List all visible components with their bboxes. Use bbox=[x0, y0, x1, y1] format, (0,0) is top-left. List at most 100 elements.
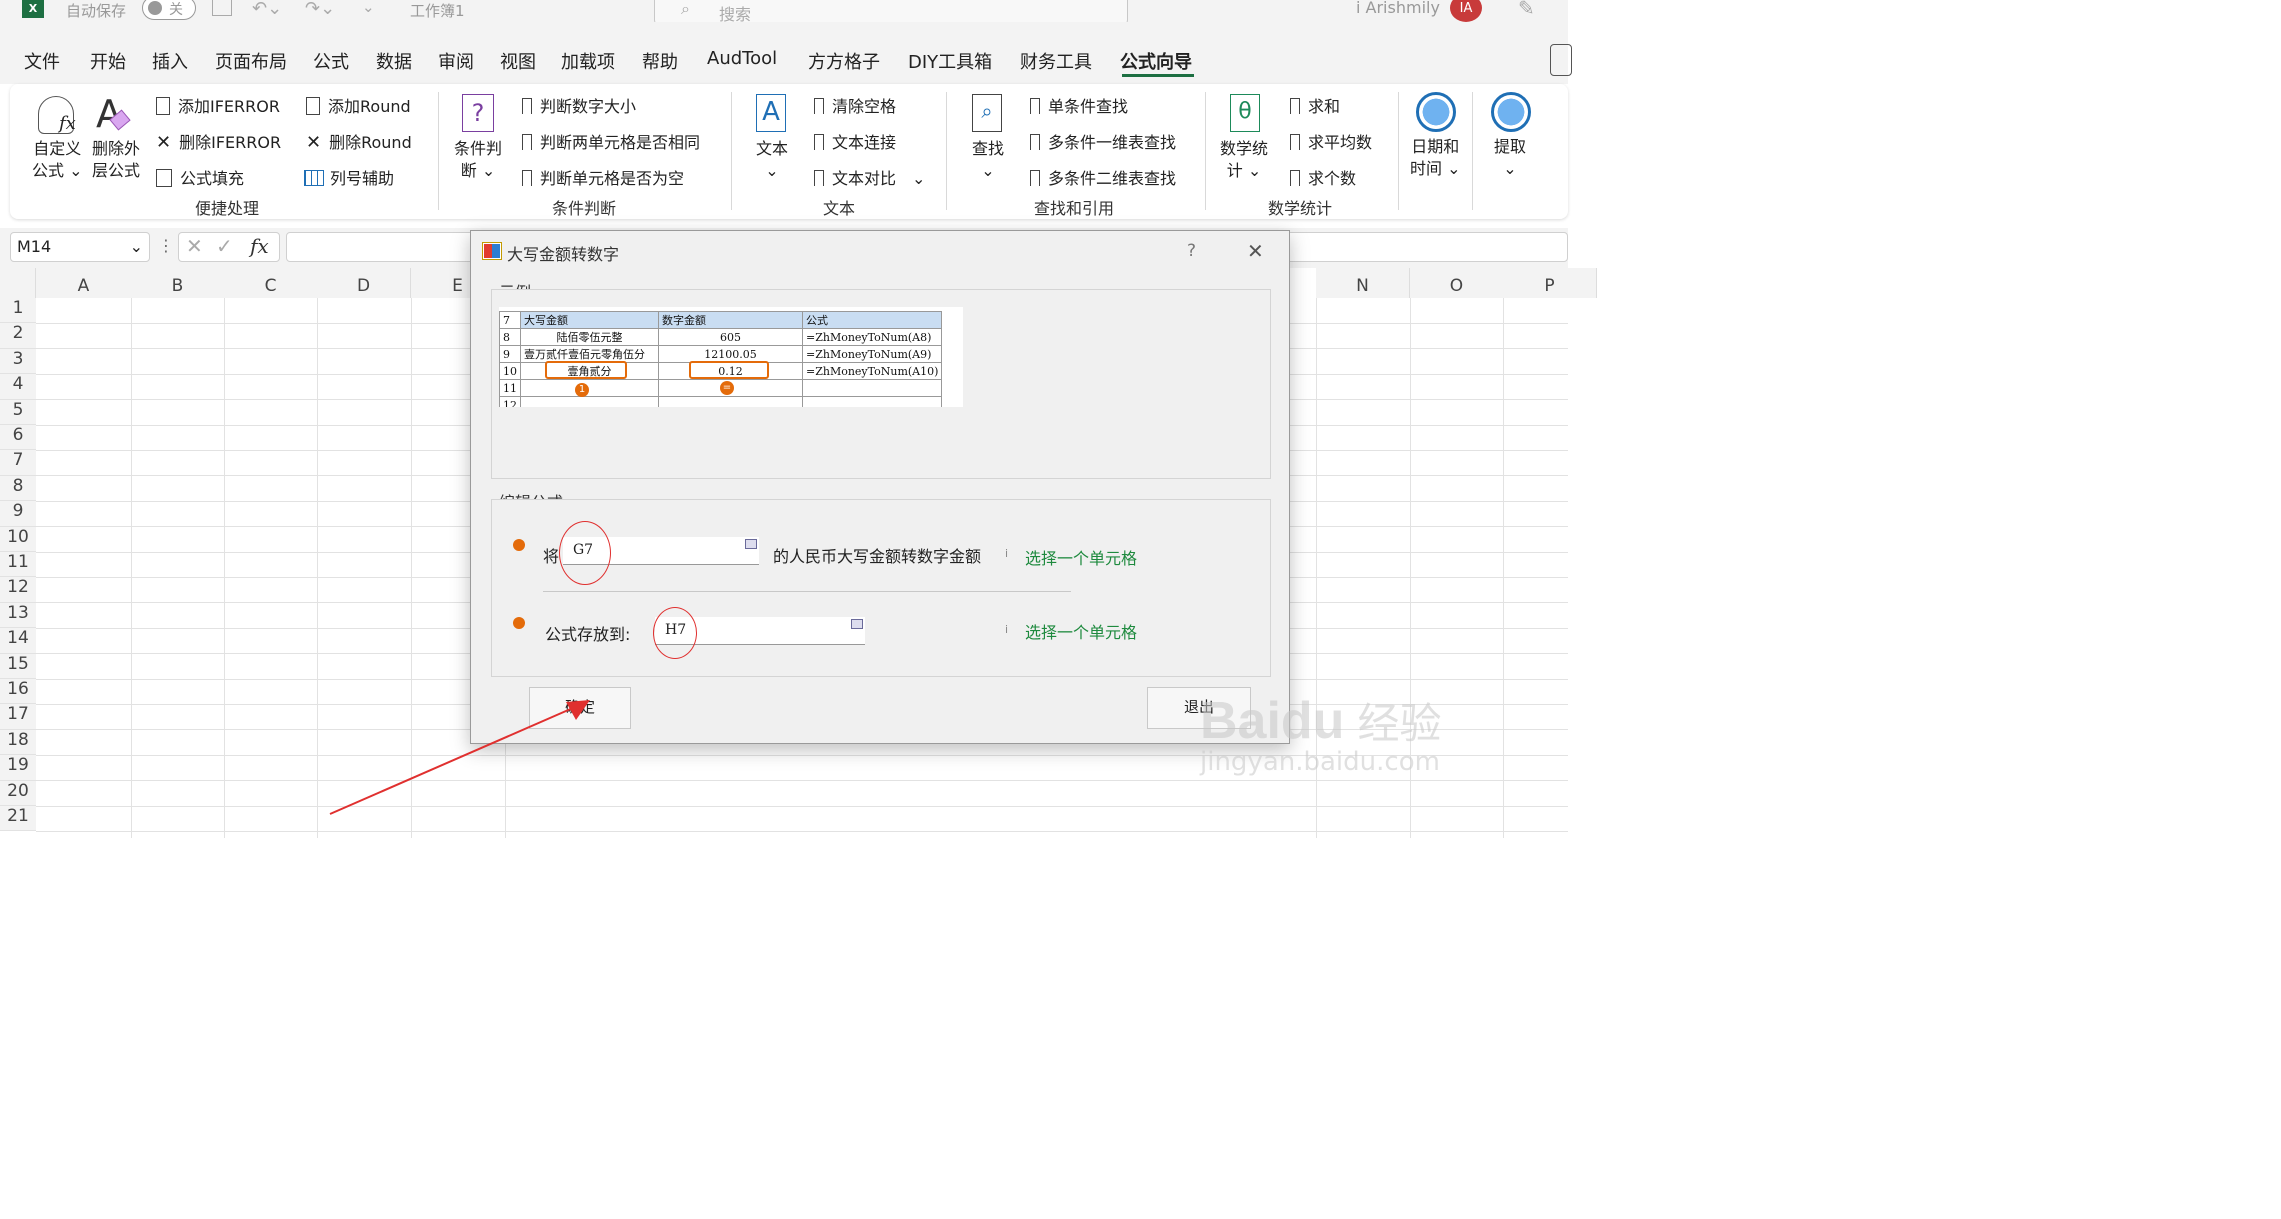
column-helper-button[interactable]: 列号辅助 bbox=[304, 165, 394, 189]
tab-3[interactable]: 页面布局 bbox=[215, 48, 287, 74]
row-header-4[interactable]: 4 bbox=[0, 374, 36, 400]
formula-fill-button[interactable]: 公式填充 bbox=[156, 165, 244, 189]
tab-6[interactable]: 审阅 bbox=[438, 48, 474, 74]
row-header-14[interactable]: 14 bbox=[0, 628, 36, 654]
multi-1d-lookup-button[interactable]: 多条件一维表查找 bbox=[1030, 129, 1176, 153]
cell-picker-icon[interactable] bbox=[851, 619, 863, 629]
tab-2[interactable]: 插入 bbox=[152, 48, 188, 74]
column-header-O[interactable]: O bbox=[1410, 268, 1504, 298]
column-header-D[interactable]: D bbox=[317, 268, 411, 298]
row-header-16[interactable]: 16 bbox=[0, 679, 36, 705]
column-header-C[interactable]: C bbox=[224, 268, 318, 298]
column-header-B[interactable]: B bbox=[131, 268, 225, 298]
redo-icon[interactable]: ↷⌄ bbox=[305, 0, 335, 19]
row-header-9[interactable]: 9 bbox=[0, 501, 36, 527]
divider bbox=[543, 591, 1071, 592]
enter-icon[interactable]: ✓ bbox=[216, 234, 233, 258]
average-button[interactable]: 求平均数 bbox=[1290, 129, 1372, 153]
row-header-7[interactable]: 7 bbox=[0, 450, 36, 476]
row-header-3[interactable]: 3 bbox=[0, 348, 36, 375]
text-button[interactable]: 文本 ⌄ bbox=[756, 138, 788, 182]
custom-formula-button[interactable]: 自定义 公式 ⌄ bbox=[32, 138, 83, 182]
column-header-N[interactable]: N bbox=[1316, 268, 1410, 298]
sum-button[interactable]: 求和 bbox=[1290, 93, 1340, 117]
delete-outer-icon: A bbox=[96, 92, 131, 136]
cell-picker-icon[interactable] bbox=[745, 539, 757, 549]
close-icon[interactable]: ✕ bbox=[1247, 239, 1264, 263]
tab-12[interactable]: DIY工具箱 bbox=[908, 48, 992, 74]
tab-14[interactable]: 公式向导 bbox=[1120, 48, 1192, 74]
row-header-2[interactable]: 2 bbox=[0, 323, 36, 349]
datetime-icon bbox=[1416, 92, 1456, 132]
undo-icon[interactable]: ↶⌄ bbox=[252, 0, 282, 19]
annotation-circle-h7 bbox=[653, 607, 697, 659]
lookup-button[interactable]: 查找 ⌄ bbox=[972, 138, 1004, 182]
row-header-10[interactable]: 10 bbox=[0, 526, 36, 552]
tab-0[interactable]: 文件 bbox=[24, 48, 60, 74]
text-icon: A bbox=[756, 94, 786, 132]
count-button[interactable]: 求个数 bbox=[1290, 165, 1356, 189]
autosave-label: 自动保存 bbox=[66, 2, 127, 20]
autosave-toggle[interactable]: 关 bbox=[142, 0, 196, 20]
select-cell-hint-1[interactable]: 选择一个单元格 bbox=[1025, 545, 1137, 569]
text-join-button[interactable]: 文本连接 bbox=[814, 129, 896, 153]
math-stats-button[interactable]: 数学统计 ⌄ bbox=[1220, 138, 1268, 182]
user-name[interactable]: i Arishmily bbox=[1356, 0, 1440, 17]
row-header-12[interactable]: 12 bbox=[0, 577, 36, 603]
column-header-A[interactable]: A bbox=[36, 268, 132, 298]
row-header-21[interactable]: 21 bbox=[0, 806, 36, 832]
add-round-button[interactable]: 添加Round bbox=[306, 93, 411, 117]
clear-space-button[interactable]: 清除空格 bbox=[814, 93, 896, 117]
comments-icon[interactable] bbox=[1550, 44, 1572, 76]
tab-10[interactable]: AudTool bbox=[707, 48, 777, 69]
row-header-18[interactable]: 18 bbox=[0, 729, 36, 756]
tab-13[interactable]: 财务工具 bbox=[1020, 48, 1092, 74]
row-header-17[interactable]: 17 bbox=[0, 704, 36, 730]
tab-1[interactable]: 开始 bbox=[90, 48, 126, 74]
group-separator bbox=[731, 92, 732, 210]
row-header-5[interactable]: 5 bbox=[0, 399, 36, 425]
add-iferror-button[interactable]: 添加IFERROR bbox=[156, 93, 280, 117]
multi-2d-lookup-button[interactable]: 多条件二维表查找 bbox=[1030, 165, 1176, 189]
row-header-15[interactable]: 15 bbox=[0, 653, 36, 679]
avatar[interactable]: IA bbox=[1450, 0, 1482, 22]
row-header-13[interactable]: 13 bbox=[0, 602, 36, 629]
tab-4[interactable]: 公式 bbox=[313, 48, 349, 74]
delete-outer-button[interactable]: 删除外 层公式 bbox=[92, 138, 140, 182]
row-header-11[interactable]: 11 bbox=[0, 552, 36, 578]
select-cell-hint-2[interactable]: 选择一个单元格 bbox=[1025, 619, 1137, 643]
judge-empty-button[interactable]: 判断单元格是否为空 bbox=[522, 165, 684, 189]
tab-8[interactable]: 加载项 bbox=[561, 48, 615, 74]
datetime-button[interactable]: 日期和 时间 ⌄ bbox=[1410, 136, 1461, 180]
help-button[interactable]: ? bbox=[1187, 241, 1196, 261]
customize-qat-icon[interactable]: ⌄ bbox=[362, 0, 375, 16]
column-header-P[interactable]: P bbox=[1503, 268, 1597, 298]
row-header-19[interactable]: 19 bbox=[0, 755, 36, 781]
cancel-icon[interactable]: ✕ bbox=[186, 234, 203, 258]
row-header-8[interactable]: 8 bbox=[0, 475, 36, 502]
insert-function-icon[interactable]: fx bbox=[250, 234, 269, 258]
condition-button[interactable]: 条件判断 ⌄ bbox=[454, 138, 502, 182]
select-all-corner[interactable] bbox=[0, 268, 36, 298]
row-header-6[interactable]: 6 bbox=[0, 425, 36, 451]
single-lookup-button[interactable]: 单条件查找 bbox=[1030, 93, 1128, 117]
tab-11[interactable]: 方方格子 bbox=[808, 48, 880, 74]
save-icon[interactable] bbox=[212, 0, 232, 16]
row-header-1[interactable]: 1 bbox=[0, 298, 36, 324]
pen-icon[interactable]: ✎ bbox=[1518, 0, 1535, 20]
delete-round-button[interactable]: ✕ 删除Round bbox=[306, 129, 412, 153]
tab-5[interactable]: 数据 bbox=[376, 48, 412, 74]
judge-number-button[interactable]: 判断数字大小 bbox=[522, 93, 636, 117]
bookmark-icon bbox=[522, 98, 532, 114]
judge-same-button[interactable]: 判断两单元格是否相同 bbox=[522, 129, 700, 153]
text-compare-button[interactable]: 文本对比 ⌄ bbox=[814, 165, 925, 189]
group-label-condition: 条件判断 bbox=[552, 199, 617, 218]
extract-button[interactable]: 提取 ⌄ bbox=[1494, 136, 1526, 180]
title-bar: X 自动保存 关 ↶⌄ ↷⌄ ⌄ 工作簿1 ⌕ 搜索 i Arishmily I… bbox=[0, 0, 1568, 26]
bookmark-icon bbox=[814, 98, 824, 114]
tab-9[interactable]: 帮助 bbox=[642, 48, 678, 74]
name-box[interactable]: M14 ⌄ bbox=[10, 232, 150, 262]
delete-iferror-button[interactable]: ✕ 删除IFERROR bbox=[156, 129, 281, 153]
tab-7[interactable]: 视图 bbox=[500, 48, 536, 74]
row-header-20[interactable]: 20 bbox=[0, 780, 36, 806]
